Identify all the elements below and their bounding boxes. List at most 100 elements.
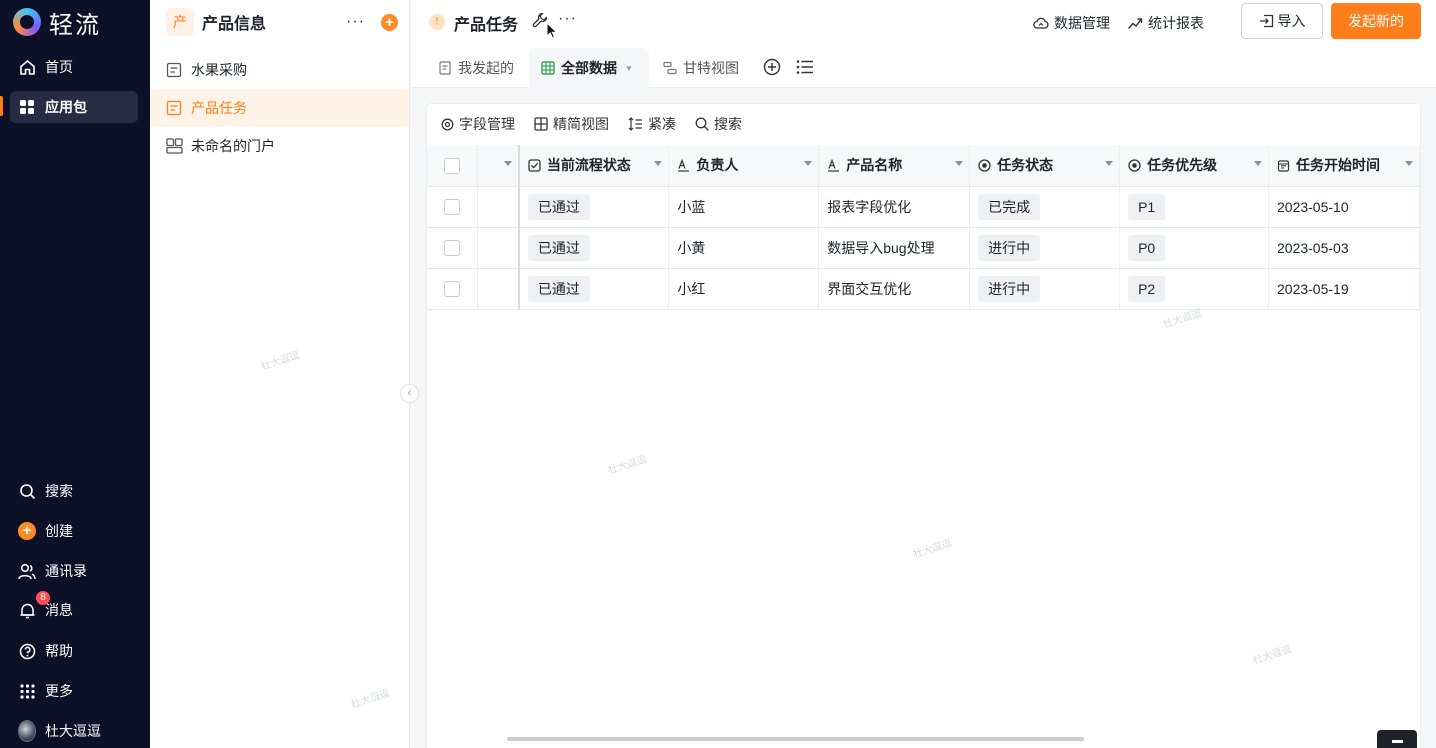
left-nav: 轻流 首页 应用包 搜索 + 创建 通讯录 8 消息 帮助 更多 杜大逗逗 [0,0,150,748]
column-label: 负责人 [696,157,739,174]
apps-icon [18,98,36,116]
row-select-cell [427,186,479,228]
priority-tag: P2 [1128,275,1166,302]
table-row[interactable]: 已通过 小蓝 报表字段优化 已完成 P1 2023-05-10 [427,186,1420,228]
row-checkbox[interactable] [444,199,461,216]
package-item-label: 产品任务 [191,100,247,116]
watermark: 杜大逗逗 [259,349,302,373]
view-tabs: 我发起的 全部数据 ▼ 甘特视图 [411,44,1436,88]
chevron-down-icon[interactable]: ▼ [625,64,633,73]
nav-item-profile[interactable]: 杜大逗逗 [10,715,138,747]
nav-item-home[interactable]: 首页 [10,51,138,83]
import-button[interactable]: 导入 [1241,3,1323,39]
column-header-start-time[interactable]: 任务开始时间 [1268,145,1420,187]
chevron-down-icon[interactable] [1105,161,1114,166]
nav-item-messages[interactable]: 8 消息 [10,591,138,626]
column-header-product-name[interactable]: 产品名称 [818,145,971,187]
field-management-button[interactable]: 字段管理 [441,114,515,134]
brand[interactable]: 轻流 [13,6,101,39]
flow-status-cell: 已通过 [518,186,670,228]
tab-label: 甘特视图 [683,60,739,76]
hidden-cell [477,186,520,228]
more-options-icon[interactable]: ··· [346,13,365,31]
active-indicator [0,96,3,116]
package-item-portal[interactable]: 未命名的门户 [150,127,409,165]
chevron-down-icon[interactable] [804,161,813,166]
package-header: 产 产品信息 ··· + [166,8,398,36]
task-status-cell: 进行中 [969,227,1121,269]
text-field-icon [677,158,690,172]
tab-label: 我发起的 [458,60,514,76]
tab-all-data[interactable]: 全部数据 ▼ [529,48,649,88]
row-select-cell [427,268,479,310]
row-density-button[interactable]: 紧凑 [628,114,676,134]
tab-my-submissions[interactable]: 我发起的 [427,48,526,88]
data-panel: 字段管理 精简视图 紧凑 搜索 当前流程状态 负责人 产品名称 任务状态 任务优… [427,104,1420,748]
product-name-cell: 报表字段优化 [818,186,971,228]
nav-item-search[interactable]: 搜索 [10,475,138,507]
nav-item-label: 创建 [45,523,73,539]
owner-cell: 小红 [668,268,820,310]
new-record-button[interactable]: 发起新的 [1331,3,1421,39]
row-checkbox[interactable] [444,281,461,298]
chevron-down-icon[interactable] [503,161,512,166]
row-height-icon [628,117,643,131]
tab-label: 全部数据 [561,60,617,76]
nav-item-more[interactable]: 更多 [10,675,138,707]
plus-icon: + [18,522,36,540]
horizontal-scrollbar[interactable] [507,737,1084,741]
chat-widget-button[interactable] [1377,730,1417,748]
mouse-cursor-icon [546,21,558,44]
import-icon [1259,14,1274,28]
column-header-task-priority[interactable]: 任务优先级 [1119,145,1269,187]
tool-label: 搜索 [714,116,742,132]
select-all-checkbox[interactable] [444,157,461,174]
table-row[interactable]: 已通过 小黄 数据导入bug处理 进行中 P0 2023-05-03 [427,227,1420,269]
priority-tag: P0 [1128,234,1166,261]
add-view-icon[interactable] [763,58,781,76]
nav-item-label: 首页 [45,59,73,75]
main-header: ! 产品任务 ··· 数据管理 统计报表 导入 发起新的 [411,0,1436,44]
task-status-tag: 进行中 [978,234,1041,261]
package-item-product-task[interactable]: 产品任务 [150,89,409,127]
watermark: 杜大逗逗 [606,453,649,477]
statistics-report-link[interactable]: 统计报表 [1127,13,1204,33]
hidden-column-header[interactable] [477,145,520,187]
collapse-sidebar-button[interactable]: ‹ [400,384,419,403]
chevron-down-icon[interactable] [654,161,663,166]
column-header-flow-status[interactable]: 当前流程状态 [518,145,670,187]
column-header-task-status[interactable]: 任务状态 [969,145,1121,187]
compact-view-button[interactable]: 精简视图 [534,114,609,134]
view-list-icon[interactable] [796,59,814,75]
chevron-down-icon[interactable] [955,161,964,166]
flow-status-tag: 已通过 [527,193,590,220]
nav-item-apps[interactable]: 应用包 [10,91,138,123]
priority-cell: P1 [1119,186,1269,228]
table-icon [541,61,555,75]
search-icon [695,117,709,131]
brand-logo-icon [13,8,41,36]
more-options-icon[interactable]: ··· [558,10,577,28]
brand-name: 轻流 [49,11,101,39]
data-management-link[interactable]: 数据管理 [1033,13,1110,33]
product-name-cell: 界面交互优化 [818,268,971,310]
table-row[interactable]: 已通过 小红 界面交互优化 进行中 P2 2023-05-19 [427,268,1420,310]
nav-item-create[interactable]: + 创建 [10,515,138,547]
chevron-down-icon[interactable] [1254,161,1262,166]
product-name-cell: 数据导入bug处理 [818,227,971,269]
portal-icon [165,137,183,155]
column-label: 当前流程状态 [546,157,631,174]
column-header-owner[interactable]: 负责人 [668,145,820,187]
nav-item-contacts[interactable]: 通讯录 [10,555,138,587]
package-item-fruit-purchase[interactable]: 水果采购 [150,51,409,89]
row-checkbox[interactable] [444,240,461,257]
tab-gantt[interactable]: 甘特视图 [651,48,751,88]
text-field-icon [827,158,840,172]
package-item-label: 水果采购 [191,62,247,78]
table-search-button[interactable]: 搜索 [695,114,742,134]
nav-item-help[interactable]: 帮助 [10,635,138,667]
edit-form-icon [439,61,452,75]
add-item-button[interactable]: + [381,13,398,31]
chevron-down-icon[interactable] [1405,161,1413,166]
statistics-report-label: 统计报表 [1148,15,1204,31]
